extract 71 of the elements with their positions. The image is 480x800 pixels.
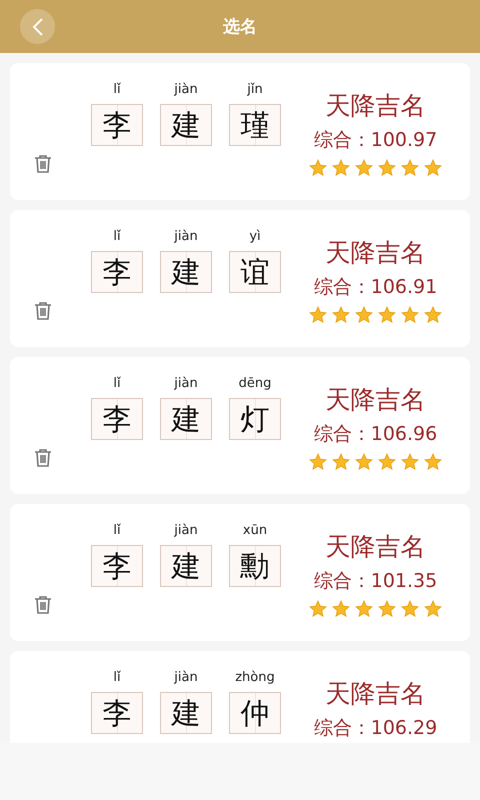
total-score: 综合：106.96 [314, 422, 438, 447]
star-icon [332, 453, 350, 471]
star-icon [309, 453, 327, 471]
star-icon [401, 306, 419, 324]
delete-icon[interactable] [33, 154, 53, 174]
character-box: 建 [160, 692, 212, 734]
star-icon [332, 306, 350, 324]
total-score: 综合：101.35 [314, 569, 438, 594]
star-icon [309, 600, 327, 618]
star-icon [378, 453, 396, 471]
pinyin-label: lǐ [113, 522, 121, 540]
delete-icon[interactable] [33, 301, 53, 321]
back-chevron-icon [30, 16, 44, 36]
delete-icon[interactable] [33, 595, 53, 615]
star-icon [424, 306, 442, 324]
star-icon [355, 306, 373, 324]
pinyin-label: lǐ [113, 375, 121, 393]
character-box: 李 [91, 398, 143, 440]
name-rating-title: 天降吉名 [326, 384, 426, 416]
star-icon [401, 600, 419, 618]
pinyin-label: jiàn [174, 669, 198, 687]
star-icon [355, 600, 373, 618]
star-icon [401, 453, 419, 471]
star-icon [401, 159, 419, 177]
total-score: 综合：106.91 [314, 275, 438, 300]
pinyin-label: jiàn [174, 375, 198, 393]
character-box: 谊 [229, 251, 281, 293]
page-title: 选名 [223, 16, 257, 38]
star-icon [332, 600, 350, 618]
pinyin-label: yì [249, 228, 261, 246]
pinyin-label: lǐ [113, 669, 121, 687]
pinyin-label: jiàn [174, 81, 198, 99]
star-icon [424, 600, 442, 618]
star-icon [424, 159, 442, 177]
character-box: 建 [160, 251, 212, 293]
character-box: 李 [91, 545, 143, 587]
star-icon [332, 159, 350, 177]
name-rating-title: 天降吉名 [326, 90, 426, 122]
character-box: 建 [160, 545, 212, 587]
star-icon [355, 453, 373, 471]
total-score: 综合：106.29 [314, 716, 438, 741]
star-icon [309, 306, 327, 324]
character-box: 李 [91, 692, 143, 734]
pinyin-label: zhòng [235, 669, 275, 687]
character-box: 李 [91, 251, 143, 293]
character-box: 灯 [229, 398, 281, 440]
pinyin-label: xūn [242, 522, 268, 540]
character-box: 瑾 [229, 104, 281, 146]
pinyin-label: lǐ [113, 81, 121, 99]
star-icon [355, 159, 373, 177]
character-box: 李 [91, 104, 143, 146]
character-box: 勳 [229, 545, 281, 587]
back-button[interactable] [20, 9, 55, 44]
pinyin-label: jiàn [174, 228, 198, 246]
delete-icon[interactable] [33, 448, 53, 468]
star-icon [378, 159, 396, 177]
character-box: 建 [160, 398, 212, 440]
name-rating-title: 天降吉名 [326, 237, 426, 269]
pinyin-label: jǐn [247, 81, 263, 99]
total-score: 综合：100.97 [314, 128, 438, 153]
character-box: 建 [160, 104, 212, 146]
name-rating-title: 天降吉名 [326, 678, 426, 710]
star-icon [378, 306, 396, 324]
star-icon [309, 159, 327, 177]
name-rating-title: 天降吉名 [326, 531, 426, 563]
star-icon [424, 453, 442, 471]
character-box: 仲 [229, 692, 281, 734]
star-icon [378, 600, 396, 618]
pinyin-label: lǐ [113, 228, 121, 246]
pinyin-label: dēng [238, 375, 272, 393]
pinyin-label: jiàn [174, 522, 198, 540]
